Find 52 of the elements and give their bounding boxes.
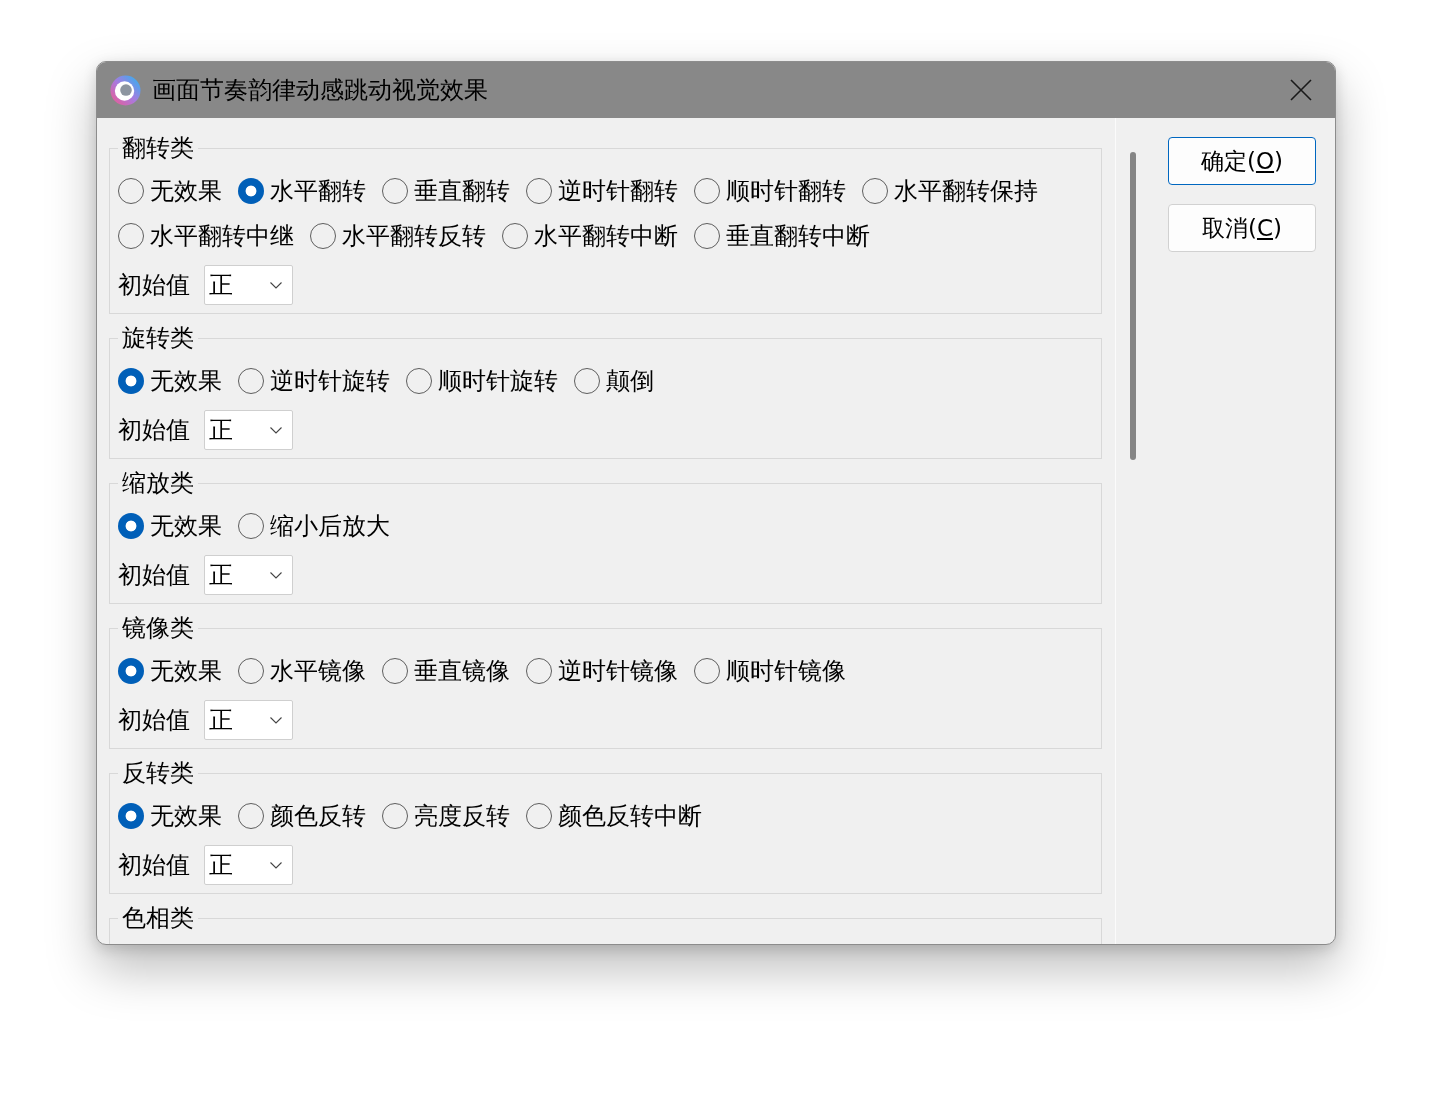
radio-option[interactable]: 逆时针旋转 xyxy=(238,358,390,403)
group-title: 旋转类 xyxy=(121,323,195,353)
radio-option[interactable]: 水平翻转中断 xyxy=(502,213,678,258)
dialog-button[interactable]: 取消(C) xyxy=(1168,204,1316,252)
field-label: 初始值 xyxy=(118,705,190,735)
scrollbar-thumb[interactable] xyxy=(1130,152,1136,460)
group-title: 翻转类 xyxy=(121,133,195,163)
field-label: 初始值 xyxy=(118,270,190,300)
radio-option[interactable]: 颜色反转中断 xyxy=(526,793,702,838)
radio-option[interactable]: 顺时针镜像 xyxy=(694,648,846,693)
radio-option[interactable]: 无效果 xyxy=(118,168,222,213)
field-label: 初始值 xyxy=(118,560,190,590)
dialog-button[interactable]: 确定(O) xyxy=(1168,137,1316,185)
radio-option[interactable]: 无效果 xyxy=(118,648,222,693)
radio-option[interactable]: 水平翻转中继 xyxy=(118,213,294,258)
radio-option[interactable]: 顺时针旋转 xyxy=(406,358,558,403)
chevron-down-icon xyxy=(270,716,282,724)
radio-option[interactable]: 水平翻转保持 xyxy=(862,168,1038,213)
dropdown[interactable]: 正 xyxy=(204,555,293,595)
radio-option[interactable]: 无效果 xyxy=(118,358,222,403)
chevron-down-icon xyxy=(270,571,282,579)
window-title: 画面节奏韵律动感跳动视觉效果 xyxy=(152,75,489,105)
dropdown[interactable]: 正 xyxy=(204,410,293,450)
group-title: 色相类 xyxy=(121,903,195,933)
radio-option[interactable]: 颠倒 xyxy=(574,358,654,403)
field-label: 初始值 xyxy=(118,415,190,445)
dropdown[interactable]: 正 xyxy=(204,845,293,885)
app-logo-icon xyxy=(110,74,141,106)
radio-option[interactable]: 水平翻转反转 xyxy=(310,213,486,258)
dropdown[interactable]: 正 xyxy=(204,265,293,305)
radio-option[interactable]: 水平镜像 xyxy=(238,648,366,693)
radio-option[interactable]: 逆时针翻转 xyxy=(526,168,678,213)
radio-option[interactable]: 颜色反转 xyxy=(238,793,366,838)
group-title: 镜像类 xyxy=(121,613,195,643)
group-title: 缩放类 xyxy=(121,468,195,498)
dropdown[interactable]: 正 xyxy=(204,700,293,740)
radio-option[interactable]: 无效果 xyxy=(118,503,222,548)
radio-option[interactable]: 垂直翻转中断 xyxy=(694,213,870,258)
radio-option[interactable]: 垂直翻转 xyxy=(382,168,510,213)
radio-option[interactable]: 无效果 xyxy=(118,793,222,838)
chevron-down-icon xyxy=(270,861,282,869)
radio-option[interactable]: 水平翻转 xyxy=(238,168,366,213)
radio-option[interactable]: 垂直镜像 xyxy=(382,648,510,693)
chevron-down-icon xyxy=(270,426,282,434)
radio-option[interactable]: 缩小后放大 xyxy=(238,503,390,548)
field-label: 初始值 xyxy=(118,850,190,880)
close-icon xyxy=(1290,79,1312,101)
radio-option[interactable]: 顺时针翻转 xyxy=(694,168,846,213)
group-title: 反转类 xyxy=(121,758,195,788)
radio-option[interactable]: 亮度反转 xyxy=(382,793,510,838)
radio-option[interactable]: 逆时针镜像 xyxy=(526,648,678,693)
chevron-down-icon xyxy=(270,281,282,289)
